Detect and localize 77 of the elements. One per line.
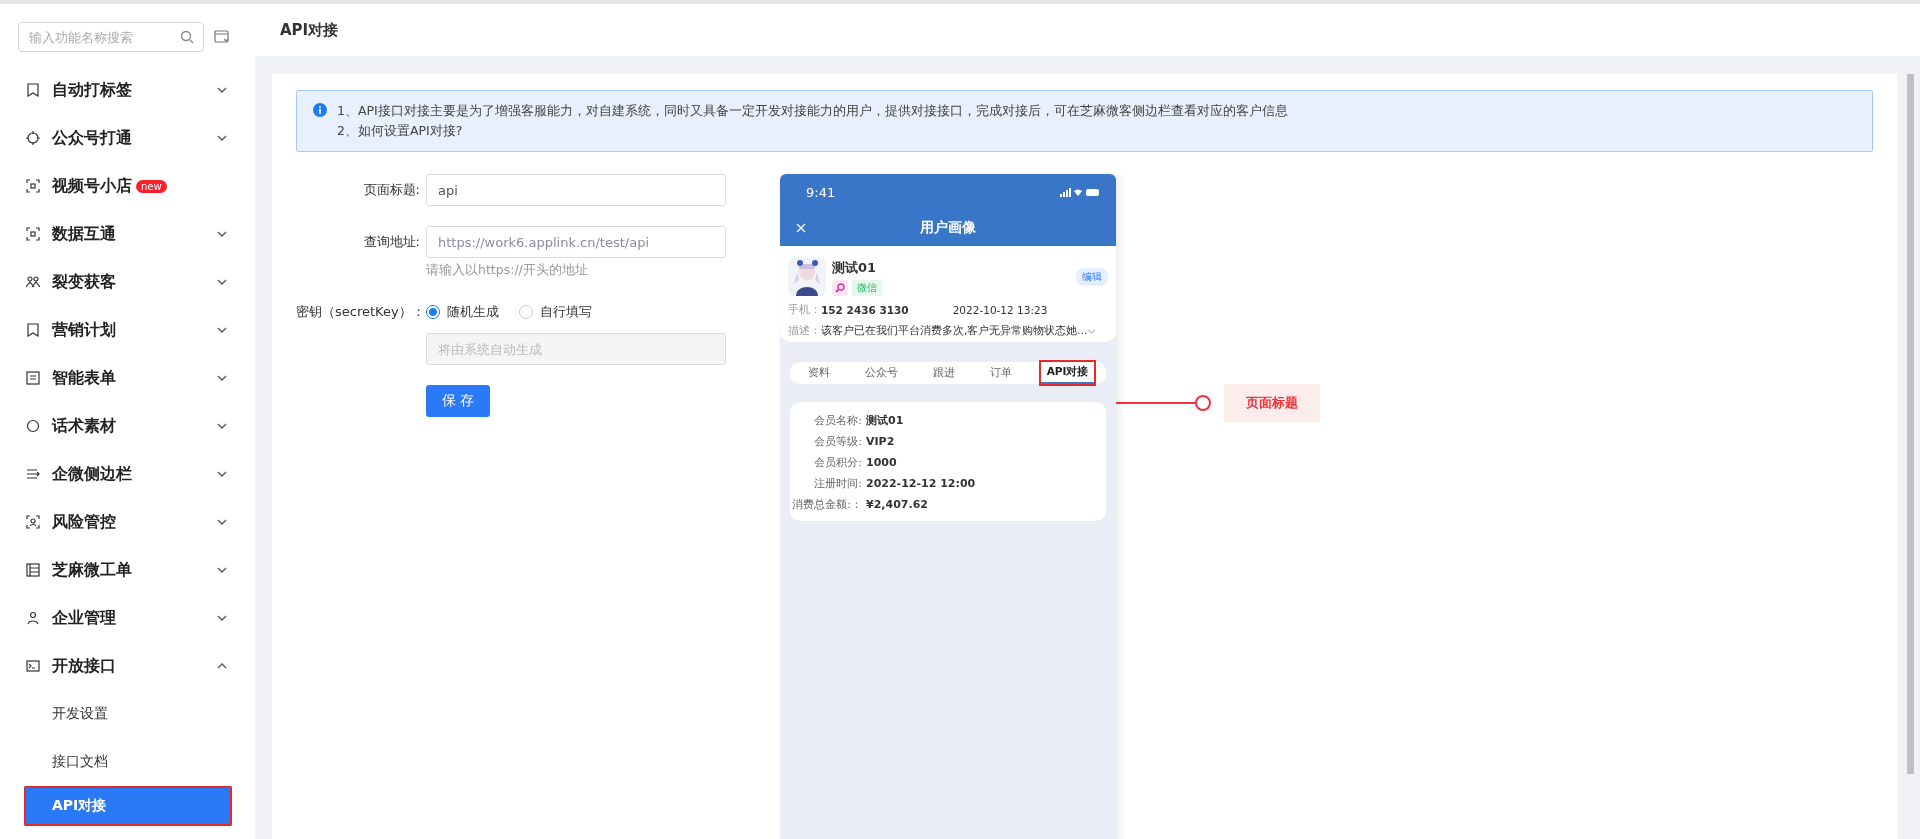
- edit-button[interactable]: 编辑: [1076, 268, 1108, 286]
- tab[interactable]: 订单: [983, 363, 1018, 383]
- person-icon: [26, 611, 40, 625]
- tab[interactable]: 资料: [801, 363, 836, 383]
- scrollbar[interactable]: [1907, 74, 1914, 774]
- save-button[interactable]: 保 存: [426, 385, 490, 417]
- url-input[interactable]: https://work6.applink.cn/test/api: [426, 226, 726, 258]
- menu-item[interactable]: 芝麻微工单: [0, 546, 255, 594]
- scan-icon: [26, 179, 40, 193]
- menu-item[interactable]: 开放接口: [0, 642, 255, 690]
- menu-item[interactable]: 企微侧边栏: [0, 450, 255, 498]
- person-icon: [26, 515, 40, 529]
- field-label: 消费总金额:：: [791, 497, 862, 512]
- new-badge: new: [136, 179, 167, 193]
- screen-title: 用户画像: [920, 219, 976, 237]
- users-icon: [26, 275, 40, 289]
- female-icon: [832, 279, 848, 296]
- wechat-tag: 微信: [852, 279, 882, 296]
- form-icon: [26, 371, 40, 385]
- status-time: 9:41: [806, 184, 836, 200]
- field-label: 会员积分:: [813, 455, 862, 470]
- tab[interactable]: API对接: [1040, 362, 1095, 384]
- radio-option[interactable]: 随机生成: [426, 303, 499, 321]
- customer-name: 测试01: [832, 258, 878, 277]
- description-label: 描述：: [788, 324, 821, 338]
- date-text: 2022-10-12 13:23: [952, 304, 1048, 316]
- search-field[interactable]: 输入功能名称搜索: [18, 22, 204, 52]
- submenu-item[interactable]: API对接: [24, 786, 232, 826]
- field-value: VIP2: [866, 435, 895, 448]
- menu-item[interactable]: 智能表单: [0, 354, 255, 402]
- menu-item[interactable]: 自动打标签: [0, 66, 255, 114]
- submenu-item[interactable]: 接口文档: [0, 738, 255, 786]
- menu-item[interactable]: 话术素材: [0, 402, 255, 450]
- phone-label: 手机：: [788, 303, 821, 317]
- search-icon: [180, 30, 194, 44]
- field-value: ¥2,407.62: [866, 498, 928, 511]
- tab[interactable]: 公众号: [858, 363, 904, 383]
- close-icon[interactable]: [796, 223, 806, 233]
- field-label: 注册时间:: [813, 476, 862, 491]
- page-title: API对接: [280, 20, 339, 40]
- circle-icon: [26, 419, 40, 433]
- callout-label: 页面标题: [1224, 384, 1320, 422]
- table-icon: [26, 563, 40, 577]
- field-label: 密钥（secretKey）：: [296, 303, 420, 321]
- info-icon: [313, 103, 327, 117]
- tab[interactable]: 跟进: [926, 363, 961, 383]
- notice-text: 2、如何设置API对接?: [337, 122, 464, 140]
- title-input[interactable]: api: [426, 174, 726, 206]
- description-text: 该客户已在我们平台消费多次,客户无异常购物状态她...: [821, 324, 1088, 338]
- target-icon: [26, 131, 40, 145]
- phone-number: 152 2436 3130: [821, 304, 909, 316]
- menu-item[interactable]: 数据互通: [0, 210, 255, 258]
- menu-item[interactable]: 公众号打通: [0, 114, 255, 162]
- menu-item[interactable]: 风险管控: [0, 498, 255, 546]
- chevron-icon[interactable]: [1087, 328, 1097, 334]
- scan-icon: [26, 227, 40, 241]
- field-label: 会员名称:: [813, 413, 862, 428]
- terminal-icon: [26, 659, 40, 673]
- field-value: 1000: [866, 456, 897, 469]
- hint-text: 请输入以https://开头的地址: [426, 262, 589, 279]
- bookmark-icon: [26, 83, 40, 97]
- menu-item[interactable]: 裂变获客: [0, 258, 255, 306]
- notice-text: 1、API接口对接主要是为了增强客服能力，对自建系统，同时又具备一定开发对接能力的用户，提供对接接口，完成对接后，可在芝麻微客侧边栏查看对应的客户信息: [337, 102, 1288, 120]
- menu-item[interactable]: 营销计划: [0, 306, 255, 354]
- status-icons: [1060, 187, 1100, 197]
- list-icon: [26, 467, 40, 481]
- field-value: 测试01: [866, 413, 904, 428]
- menu-item[interactable]: 视频号小店 new: [0, 162, 255, 210]
- radio-option[interactable]: 自行填写: [519, 303, 592, 321]
- field-label: 会员等级:: [813, 434, 862, 449]
- menu-item[interactable]: 企业管理: [0, 594, 255, 642]
- submenu-item[interactable]: 开发设置: [0, 690, 255, 738]
- panel-icon[interactable]: [214, 30, 230, 44]
- field-label: 查询地址:: [362, 233, 420, 251]
- field-value: 2022-12-12 12:00: [866, 477, 976, 490]
- bookmark-icon: [26, 323, 40, 337]
- field-label: 页面标题:: [362, 181, 420, 199]
